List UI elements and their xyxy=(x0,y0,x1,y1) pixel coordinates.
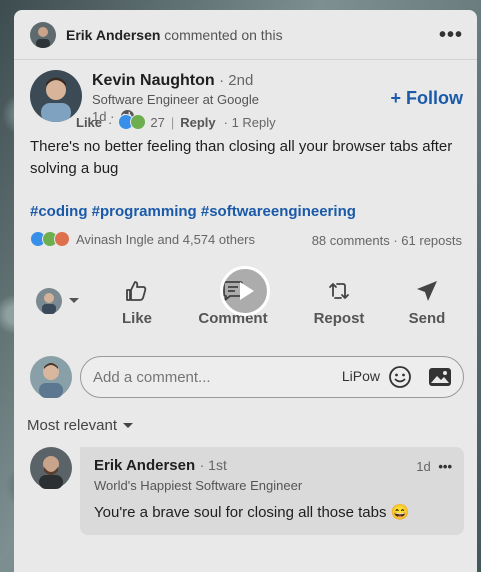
commenter-avatar[interactable] xyxy=(30,447,72,489)
repost-button[interactable]: Repost xyxy=(294,278,384,327)
celebrate-reaction-icon xyxy=(130,114,147,130)
thumbs-up-icon xyxy=(126,281,147,301)
comment-text: You're a brave soul for closing all thos… xyxy=(94,504,410,521)
comment-item: Erik Andersen · 1st World's Happiest Sof… xyxy=(30,447,464,535)
current-user-avatar xyxy=(30,356,72,398)
reaction-icons[interactable] xyxy=(30,231,70,247)
comment-sort-dropdown[interactable]: Most relevant xyxy=(27,417,134,434)
commenter-degree: · 1st xyxy=(199,457,227,473)
follow-button[interactable]: + Follow xyxy=(390,88,463,109)
comments-reposts-count[interactable]: 88 comments · 61 reposts xyxy=(312,233,462,248)
commenter-headline: World's Happiest Software Engineer xyxy=(94,478,303,493)
comment-bubble: Erik Andersen · 1st World's Happiest Sof… xyxy=(80,447,464,535)
comment-reply-count[interactable]: · 1 Reply xyxy=(224,115,276,130)
comment-more-icon[interactable]: ••• xyxy=(438,459,452,474)
activity-header: Erik Andersen commented on this ••• xyxy=(14,10,477,60)
repost-label: Repost xyxy=(313,310,365,327)
send-icon xyxy=(417,281,437,301)
image-icon[interactable] xyxy=(428,366,452,388)
comment-reaction-count[interactable]: 27 xyxy=(150,115,164,130)
post-body-text: There's no better feeling than closing a… xyxy=(30,138,453,177)
comment-time: 1d xyxy=(416,459,431,474)
love-reaction-icon xyxy=(54,231,70,247)
lipow-button[interactable]: LiPow xyxy=(342,368,380,384)
emoji-icon[interactable] xyxy=(388,365,412,389)
caret-down-icon xyxy=(123,422,134,428)
user-avatar-icon xyxy=(36,288,62,314)
activity-action: commented on this xyxy=(164,26,283,43)
separator-bar: | xyxy=(170,114,175,130)
commenter-name[interactable]: Erik Andersen xyxy=(94,457,195,474)
send-label: Send xyxy=(408,310,446,327)
repost-icon xyxy=(329,283,349,299)
send-button[interactable]: Send xyxy=(382,278,472,327)
feed-post-card: Erik Andersen commented on this ••• Kevi… xyxy=(14,10,477,572)
like-label: Like xyxy=(121,310,152,327)
comment-time-and-more: 1d ••• xyxy=(416,459,452,474)
more-options-icon[interactable]: ••• xyxy=(439,24,463,47)
comment-actions: Like · 27 | Reply · 1 Reply xyxy=(76,114,276,130)
activity-text: Erik Andersen commented on this xyxy=(66,27,283,43)
reactions-summary[interactable]: Avinash Ingle and 4,574 others xyxy=(76,232,255,247)
separator-dot: · xyxy=(108,114,113,130)
author-avatar[interactable] xyxy=(30,70,82,122)
author-headline: Software Engineer at Google xyxy=(92,92,259,107)
author-degree: · 2nd xyxy=(219,72,254,89)
comment-reaction-icons[interactable] xyxy=(118,114,147,130)
author-name[interactable]: Kevin Naughton xyxy=(92,72,215,89)
activity-actor-name[interactable]: Erik Andersen xyxy=(66,27,160,43)
like-button[interactable]: Like xyxy=(92,278,182,327)
play-icon[interactable] xyxy=(220,266,270,316)
comment-composer: LiPow xyxy=(30,356,466,398)
social-counts: Avinash Ingle and 4,574 others 88 commen… xyxy=(30,231,462,248)
chevron-down-icon xyxy=(69,298,79,303)
reaction-as-selector[interactable] xyxy=(36,288,80,314)
post-hashtags[interactable]: #coding #programming #softwareengineerin… xyxy=(30,203,356,220)
activity-actor-avatar[interactable] xyxy=(30,21,56,48)
post-author: Kevin Naughton · 2nd Software Engineer a… xyxy=(30,70,259,124)
comment-reply-button[interactable]: Reply xyxy=(180,115,215,130)
comment-like-button[interactable]: Like xyxy=(76,115,102,130)
sort-label: Most relevant xyxy=(27,417,118,434)
